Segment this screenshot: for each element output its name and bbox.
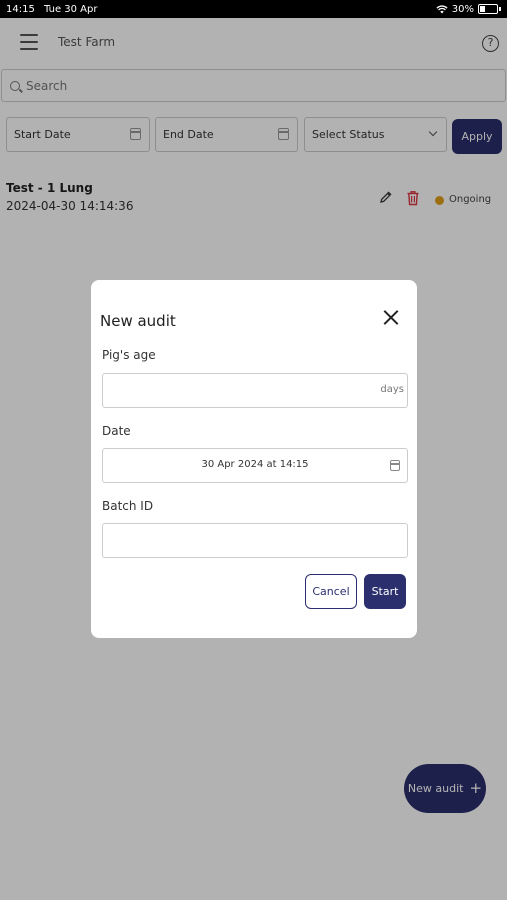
battery-icon: [478, 4, 498, 14]
batch-id-label: Batch ID: [102, 499, 154, 513]
status-date: Tue 30 Apr: [44, 3, 98, 15]
wifi-icon: [436, 4, 448, 13]
status-time: 14:15: [6, 3, 35, 15]
close-icon[interactable]: [383, 309, 399, 325]
date-value: 30 Apr 2024 at 14:15: [201, 459, 309, 470]
pig-age-input[interactable]: days: [102, 373, 408, 408]
batch-id-input[interactable]: [102, 523, 408, 558]
status-bar: 14:15 Tue 30 Apr 30%: [0, 0, 507, 18]
dialog-title: New audit: [100, 312, 176, 330]
date-label: Date: [102, 424, 131, 438]
pig-age-suffix: days: [380, 384, 404, 395]
start-button[interactable]: Start: [364, 574, 406, 609]
pig-age-label: Pig's age: [102, 348, 156, 362]
new-audit-dialog: New audit Pig's age days Date 30 Apr 202…: [91, 280, 417, 638]
battery-percent: 30%: [451, 3, 474, 15]
calendar-icon: [390, 460, 400, 471]
date-picker[interactable]: 30 Apr 2024 at 14:15: [102, 448, 408, 483]
cancel-button[interactable]: Cancel: [305, 574, 357, 609]
